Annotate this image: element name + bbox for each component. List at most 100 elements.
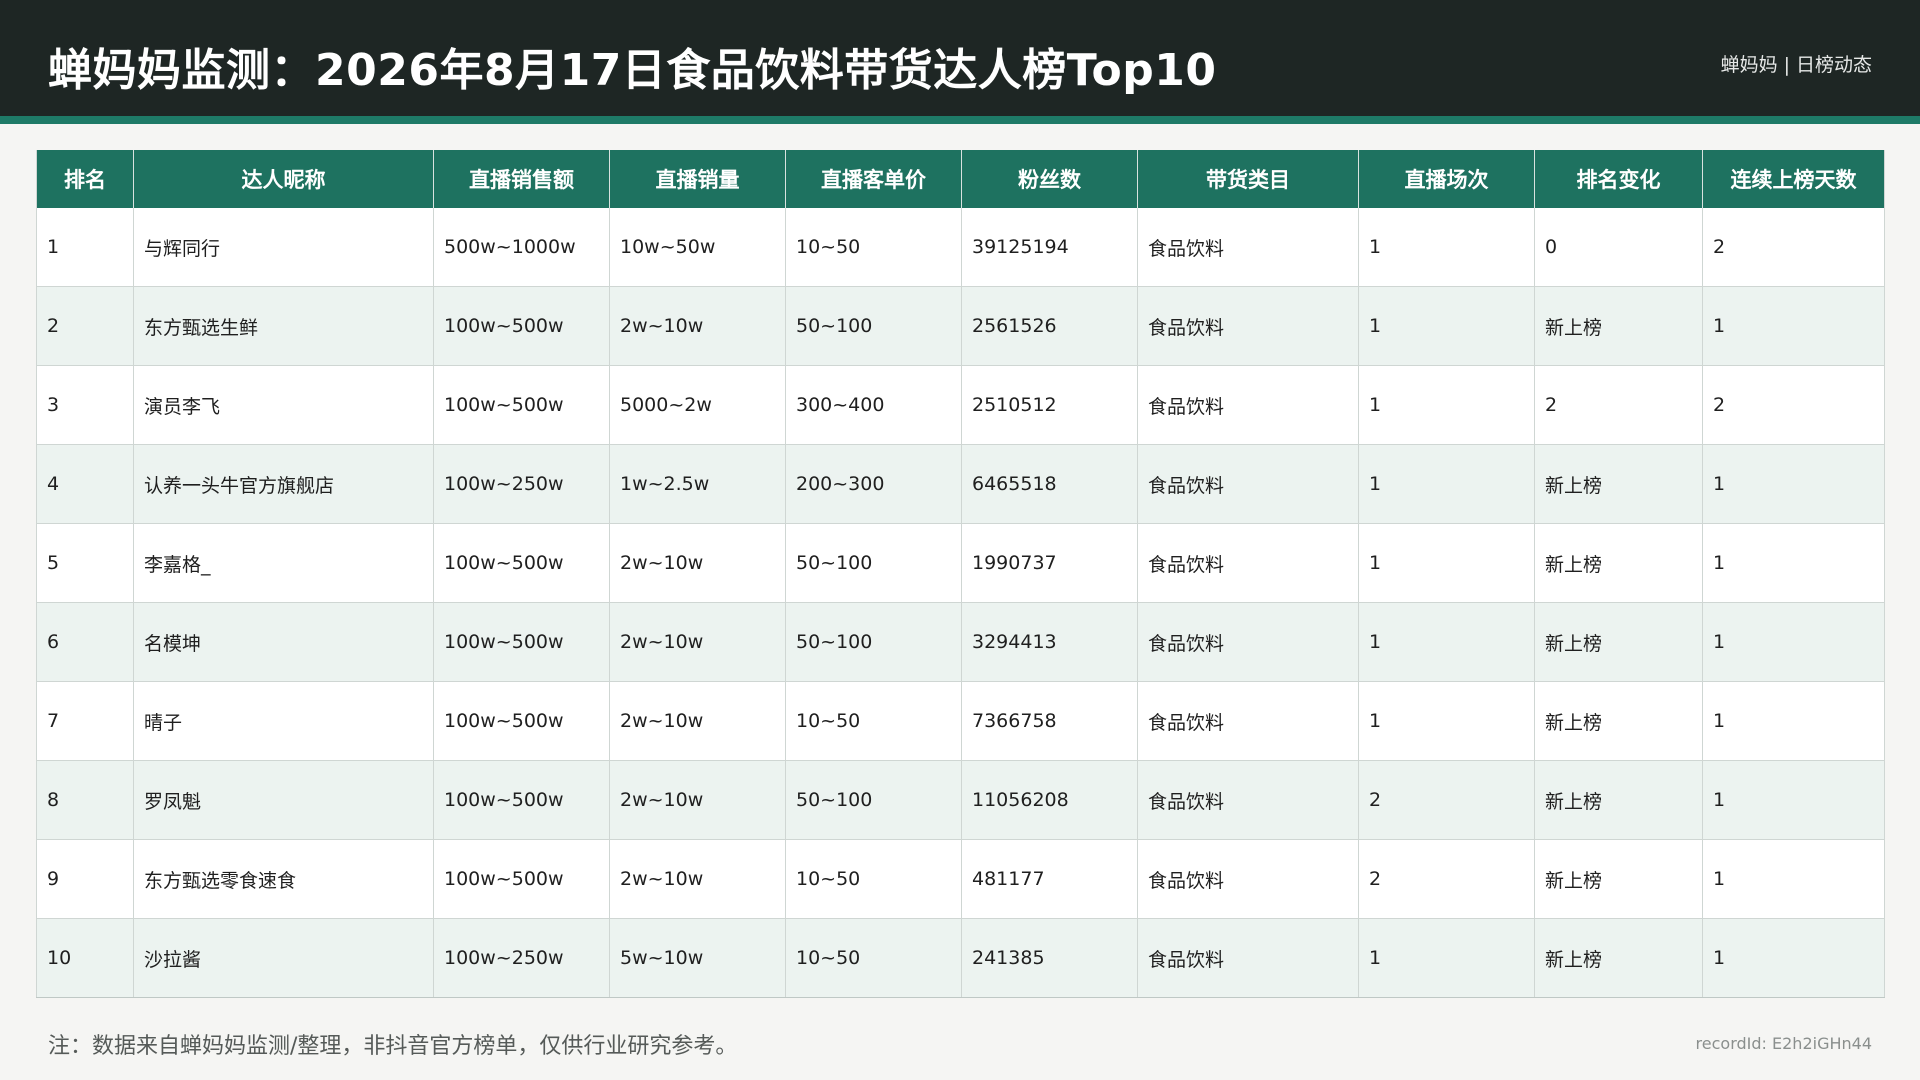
cell-rank: 1 (36, 208, 134, 287)
cell-category: 食品饮料 (1137, 839, 1359, 919)
cell-avg-order-price: 300~400 (785, 365, 962, 445)
header-accent-stripe (0, 116, 1920, 124)
cell-live-sessions: 1 (1358, 286, 1535, 366)
cell-live-sessions: 2 (1358, 760, 1535, 840)
column-header-live-sales-volume: 直播销量 (609, 150, 786, 208)
cell-category: 食品饮料 (1137, 918, 1359, 998)
cell-consecutive-days: 1 (1702, 918, 1885, 998)
cell-nickname: 罗凤魁 (133, 760, 434, 840)
table-header-row: 排名 达人昵称 直播销售额 直播销量 直播客单价 粉丝数 带货类目 直播场次 排… (36, 150, 1885, 208)
cell-rank-change: 新上榜 (1534, 286, 1703, 366)
cell-avg-order-price: 10~50 (785, 839, 962, 919)
table-row: 8 罗凤魁 100w~500w 2w~10w 50~100 11056208 食… (36, 760, 1885, 840)
record-id: recordId: E2h2iGHn44 (1695, 1034, 1872, 1053)
cell-avg-order-price: 50~100 (785, 602, 962, 682)
table-row: 2 东方甄选生鲜 100w~500w 2w~10w 50~100 2561526… (36, 286, 1885, 366)
cell-followers: 241385 (961, 918, 1138, 998)
table-row: 1 与辉同行 500w~1000w 10w~50w 10~50 39125194… (36, 208, 1885, 287)
cell-consecutive-days: 2 (1702, 365, 1885, 445)
cell-live-sales-amount: 100w~500w (433, 839, 610, 919)
column-header-rank: 排名 (36, 150, 134, 208)
cell-avg-order-price: 200~300 (785, 444, 962, 524)
cell-nickname: 名模坤 (133, 602, 434, 682)
cell-live-sales-volume: 2w~10w (609, 523, 786, 603)
cell-live-sales-volume: 2w~10w (609, 602, 786, 682)
cell-rank: 3 (36, 365, 134, 445)
cell-live-sales-amount: 100w~500w (433, 760, 610, 840)
cell-live-sales-amount: 100w~250w (433, 918, 610, 998)
cell-live-sales-amount: 100w~500w (433, 681, 610, 761)
cell-followers: 481177 (961, 839, 1138, 919)
table-row: 3 演员李飞 100w~500w 5000~2w 300~400 2510512… (36, 365, 1885, 445)
cell-avg-order-price: 10~50 (785, 918, 962, 998)
cell-category: 食品饮料 (1137, 602, 1359, 682)
footnote: 注：数据来自蝉妈妈监测/整理，非抖音官方榜单，仅供行业研究参考。 (48, 1034, 738, 1059)
cell-rank: 4 (36, 444, 134, 524)
cell-live-sessions: 1 (1358, 602, 1535, 682)
cell-live-sessions: 1 (1358, 365, 1535, 445)
cell-followers: 3294413 (961, 602, 1138, 682)
cell-rank-change: 新上榜 (1534, 602, 1703, 682)
cell-consecutive-days: 1 (1702, 444, 1885, 524)
page-title: 蝉妈妈监测：2026年8月17日食品饮料带货达人榜Top10 (48, 45, 1217, 96)
cell-nickname: 演员李飞 (133, 365, 434, 445)
cell-nickname: 沙拉酱 (133, 918, 434, 998)
cell-rank: 9 (36, 839, 134, 919)
cell-rank-change: 新上榜 (1534, 681, 1703, 761)
cell-live-sales-volume: 2w~10w (609, 839, 786, 919)
cell-live-sessions: 1 (1358, 523, 1535, 603)
cell-avg-order-price: 50~100 (785, 523, 962, 603)
cell-rank-change: 2 (1534, 365, 1703, 445)
column-header-consecutive-days: 连续上榜天数 (1702, 150, 1885, 208)
ranking-table-container: 排名 达人昵称 直播销售额 直播销量 直播客单价 粉丝数 带货类目 直播场次 排… (36, 150, 1885, 998)
cell-live-sessions: 1 (1358, 681, 1535, 761)
cell-rank: 8 (36, 760, 134, 840)
cell-followers: 2510512 (961, 365, 1138, 445)
cell-rank: 10 (36, 918, 134, 998)
cell-nickname: 东方甄选零食速食 (133, 839, 434, 919)
cell-live-sales-volume: 2w~10w (609, 681, 786, 761)
cell-rank-change: 新上榜 (1534, 444, 1703, 524)
cell-avg-order-price: 50~100 (785, 286, 962, 366)
column-header-live-sales-amount: 直播销售额 (433, 150, 610, 208)
cell-live-sales-volume: 5w~10w (609, 918, 786, 998)
brand-separator: | (1783, 54, 1790, 76)
cell-rank: 5 (36, 523, 134, 603)
cell-category: 食品饮料 (1137, 444, 1359, 524)
cell-rank-change: 新上榜 (1534, 918, 1703, 998)
cell-followers: 2561526 (961, 286, 1138, 366)
cell-rank-change: 新上榜 (1534, 523, 1703, 603)
cell-live-sales-amount: 100w~500w (433, 602, 610, 682)
page-header: 蝉妈妈监测：2026年8月17日食品饮料带货达人榜Top10 蝉妈妈 | 日榜动态 (0, 0, 1920, 116)
cell-consecutive-days: 1 (1702, 286, 1885, 366)
cell-followers: 1990737 (961, 523, 1138, 603)
cell-category: 食品饮料 (1137, 523, 1359, 603)
cell-live-sessions: 1 (1358, 918, 1535, 998)
cell-nickname: 认养一头牛官方旗舰店 (133, 444, 434, 524)
cell-live-sales-amount: 500w~1000w (433, 208, 610, 287)
column-header-nickname: 达人昵称 (133, 150, 434, 208)
table-row: 6 名模坤 100w~500w 2w~10w 50~100 3294413 食品… (36, 602, 1885, 682)
cell-live-sales-volume: 5000~2w (609, 365, 786, 445)
cell-rank-change: 新上榜 (1534, 839, 1703, 919)
cell-nickname: 晴子 (133, 681, 434, 761)
cell-avg-order-price: 10~50 (785, 208, 962, 287)
cell-category: 食品饮料 (1137, 760, 1359, 840)
cell-consecutive-days: 1 (1702, 681, 1885, 761)
column-header-followers: 粉丝数 (961, 150, 1138, 208)
cell-live-sales-volume: 10w~50w (609, 208, 786, 287)
cell-live-sales-amount: 100w~250w (433, 444, 610, 524)
cell-rank-change: 0 (1534, 208, 1703, 287)
cell-category: 食品饮料 (1137, 365, 1359, 445)
column-header-avg-order-price: 直播客单价 (785, 150, 962, 208)
cell-rank: 6 (36, 602, 134, 682)
cell-avg-order-price: 50~100 (785, 760, 962, 840)
column-header-rank-change: 排名变化 (1534, 150, 1703, 208)
cell-live-sessions: 2 (1358, 839, 1535, 919)
cell-followers: 39125194 (961, 208, 1138, 287)
cell-live-sales-amount: 100w~500w (433, 523, 610, 603)
cell-live-sessions: 1 (1358, 444, 1535, 524)
cell-rank: 7 (36, 681, 134, 761)
cell-live-sessions: 1 (1358, 208, 1535, 287)
column-header-category: 带货类目 (1137, 150, 1359, 208)
